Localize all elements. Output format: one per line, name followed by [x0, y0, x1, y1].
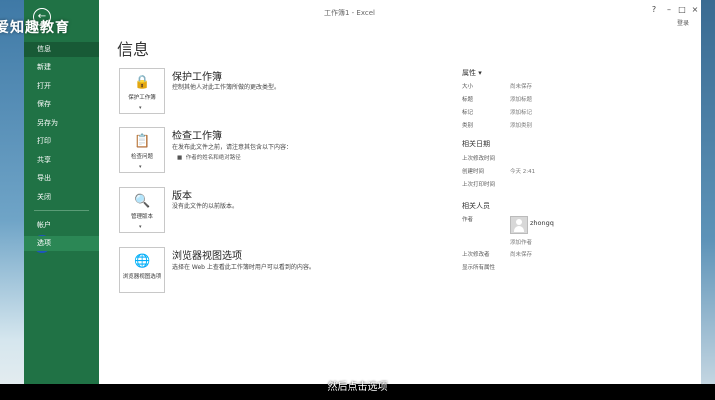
check-issues-label: 检查问题 — [130, 154, 153, 160]
lock-icon: 🔒 — [134, 75, 151, 90]
last-modified-by-key: 上次修改者 — [462, 252, 490, 258]
sidebar-item-account[interactable]: 帐户 — [24, 218, 99, 233]
sidebar-item-new[interactable]: 新建 — [24, 60, 99, 75]
browser-view-label: 浏览器视图选项 — [122, 274, 162, 280]
prop-value-size: 尚未保存 — [510, 84, 533, 90]
author-name: zhongq — [530, 219, 554, 227]
protect-button-label: 保护工作簿 — [128, 95, 156, 101]
prop-key-category: 类别 — [462, 123, 474, 129]
inspect-bullet: ■ 作者的姓名和绝对路径 — [177, 155, 241, 161]
inspect-desc: 在发布此文件之前，请注意其包含以下内容： — [172, 144, 293, 151]
title-bar: 工作簿1 - Excel ? – □ × 登录 — [24, 0, 701, 27]
watermark-logo: 爱知趣教育 — [0, 20, 70, 36]
avatar — [510, 216, 528, 234]
excel-window: 工作簿1 - Excel ? – □ × 登录 ← 信息 新建 打开 保存 另存… — [24, 0, 701, 384]
versions-title: 版本 — [172, 191, 192, 202]
sidebar-item-share[interactable]: 共享 — [24, 153, 99, 168]
sidebar-item-info[interactable]: 信息 — [24, 42, 99, 57]
sidebar-item-close[interactable]: 关闭 — [24, 190, 99, 205]
desktop-background-right — [701, 0, 715, 400]
inspect-document-icon: 📋 — [134, 134, 151, 149]
related-dates-header: 相关日期 — [462, 140, 490, 148]
prop-key-title: 标题 — [462, 97, 474, 103]
inspect-title: 检查工作簿 — [172, 131, 222, 142]
sidebar-item-export[interactable]: 导出 — [24, 171, 99, 186]
properties-header[interactable]: 属性 ▾ — [462, 68, 482, 78]
protect-desc: 控制其他人对此工作簿所做的更改类型。 — [172, 84, 281, 91]
related-people-header: 相关人员 — [462, 202, 490, 210]
prop-key-size: 大小 — [462, 84, 474, 90]
show-all-properties-link[interactable]: 显示所有属性 — [462, 263, 495, 271]
check-issues-button[interactable]: 📋 检查问题 ▾ — [119, 127, 165, 173]
sidebar-item-options[interactable]: 选项 — [24, 236, 99, 251]
prop-value-title[interactable]: 添加标题 — [510, 95, 532, 103]
browser-view-icon: 🌐 — [134, 254, 151, 269]
versions-search-icon: 🔍 — [134, 194, 151, 209]
video-subtitle: 然后点击选项 — [327, 382, 388, 393]
window-title: 工作簿1 - Excel — [324, 9, 375, 17]
inspect-bullet-text: 作者的姓名和绝对路径 — [185, 155, 241, 161]
sidebar-item-open[interactable]: 打开 — [24, 79, 99, 94]
minimize-button[interactable]: – — [663, 5, 675, 14]
prop-value-tags[interactable]: 添加标记 — [510, 108, 532, 116]
desktop-background-left — [0, 0, 24, 400]
browser-desc: 选择在 Web 上查看此工作簿时用户可以看到的内容。 — [172, 264, 315, 271]
page-title: 信息 — [117, 40, 150, 59]
chevron-down-icon: ▾ — [139, 164, 142, 170]
sidebar-item-save-as[interactable]: 另存为 — [24, 116, 99, 131]
restore-button[interactable]: □ — [676, 5, 688, 14]
sidebar-divider — [34, 210, 89, 211]
date-key-modified: 上次修改时间 — [462, 156, 496, 162]
date-key-printed: 上次打印时间 — [462, 182, 496, 188]
backstage-sidebar: ← 信息 新建 打开 保存 另存为 打印 共享 导出 关闭 帐户 选项 — [24, 0, 99, 384]
last-modified-by-value: 尚未保存 — [510, 252, 533, 258]
sidebar-item-save[interactable]: 保存 — [24, 97, 99, 112]
versions-desc: 没有此文件的以前版本。 — [172, 203, 239, 210]
close-button[interactable]: × — [689, 5, 701, 14]
chevron-down-icon: ▾ — [139, 105, 142, 111]
date-key-created: 创建时间 — [462, 169, 485, 175]
author-key: 作者 — [462, 217, 474, 223]
help-button[interactable]: ? — [648, 5, 660, 14]
prop-value-category[interactable]: 添加类别 — [510, 121, 532, 129]
prop-key-tags: 标记 — [462, 110, 474, 116]
manage-versions-button[interactable]: 🔍 管理版本 ▾ — [119, 187, 165, 233]
browser-view-options-button[interactable]: 🌐 浏览器视图选项 — [119, 247, 165, 293]
chevron-down-icon: ▾ — [139, 224, 142, 230]
sidebar-item-print[interactable]: 打印 — [24, 134, 99, 149]
browser-title: 浏览器视图选项 — [172, 251, 242, 262]
manage-versions-label: 管理版本 — [130, 214, 153, 220]
protect-workbook-button[interactable]: 🔒 保护工作簿 ▾ — [119, 68, 165, 114]
add-author-link[interactable]: 添加作者 — [510, 238, 532, 246]
info-panel: 信息 🔒 保护工作簿 ▾ 保护工作簿 控制其他人对此工作簿所做的更改类型。 📋 … — [99, 26, 701, 384]
date-value-created: 今天 2:41 — [510, 169, 536, 175]
avatar-head — [516, 219, 522, 225]
protect-title: 保护工作簿 — [172, 72, 222, 83]
avatar-body — [514, 226, 524, 232]
